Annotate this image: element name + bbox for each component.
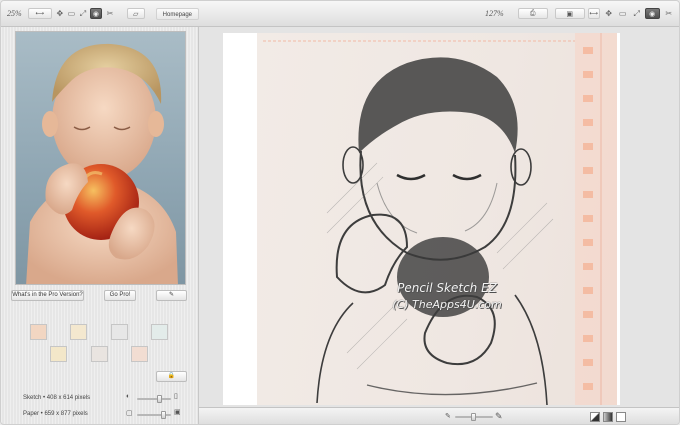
eraser-icon: ✎	[168, 292, 175, 298]
source-photo	[15, 31, 186, 285]
sketch-page: Pencil Sketch EZ (C) TheApps4U.com	[257, 33, 617, 405]
page-icon: ▯	[174, 393, 178, 400]
small-contrast-icon: ◐	[126, 393, 131, 400]
save-icon: ▣	[566, 10, 573, 18]
right-zoom-level: 127%	[485, 9, 504, 18]
paper-size-info: Paper • 659 x 877 pixels	[23, 411, 88, 417]
right-toolbar: 127% ⎙ ▣ ⟷ ✥ ▭ ⤢ ◉ ✂	[199, 1, 679, 27]
pencil-right-icon: ✎	[495, 411, 503, 421]
view-mode-sketch-button[interactable]	[590, 412, 600, 422]
print-icon: ⎙	[529, 9, 536, 17]
print-button[interactable]: ⎙	[517, 8, 548, 19]
fit-icon[interactable]: ▭	[67, 8, 77, 19]
left-panel: What's in the Pro Version? Go Pro! ✎ 🔒 S…	[1, 27, 199, 424]
move-icon[interactable]: ✥	[603, 8, 615, 19]
paper-slider-knob[interactable]	[161, 411, 166, 419]
scissors-icon[interactable]: ✂	[663, 8, 675, 19]
pencil-weight-slider[interactable]	[455, 413, 493, 421]
paper-slider[interactable]	[137, 411, 171, 419]
scissors-icon[interactable]: ✂	[105, 8, 115, 19]
pro-version-button[interactable]: What's in the Pro Version?	[11, 290, 84, 301]
lock-icon: 🔒	[167, 373, 176, 379]
expand-icon[interactable]: ⤢	[631, 8, 643, 19]
paper-sheet: Pencil Sketch EZ (C) TheApps4U.com	[223, 33, 620, 405]
zoom-range-button[interactable]: ⟷	[587, 8, 600, 19]
save-button[interactable]: ▣	[554, 8, 585, 19]
sketch-slider[interactable]	[137, 395, 171, 403]
pencil-weight-knob[interactable]	[471, 413, 476, 421]
view-mode-gradient-button[interactable]	[603, 412, 613, 422]
paper-swatch-2[interactable]	[70, 324, 87, 340]
bottom-bar: ✎ ✎	[199, 407, 679, 424]
paper-swatch-1[interactable]	[30, 324, 47, 340]
large-frame-icon: ▣	[174, 409, 181, 416]
left-toolbar: 25% ⟷ ✥ ▭ ⤢ ◉ ✂ ▱ Homepage	[1, 1, 200, 27]
fit-icon[interactable]: ▭	[617, 8, 629, 19]
pencil-sketch-image	[263, 33, 617, 405]
paper-swatch-5[interactable]	[50, 346, 67, 362]
camera-button[interactable]: ◉	[89, 8, 103, 19]
arrows-horizontal-icon[interactable]: ⟷	[36, 10, 45, 17]
child-with-apple-image	[26, 43, 178, 284]
expand-icon[interactable]: ⤢	[78, 8, 88, 19]
left-zoom-level: 25%	[7, 9, 22, 18]
camera-button-right[interactable]: ◉	[644, 8, 660, 19]
eraser-button[interactable]: ✎	[156, 290, 187, 301]
sketch-slider-knob[interactable]	[157, 395, 162, 403]
watermark-title: Pencil Sketch EZ	[397, 281, 497, 295]
move-icon[interactable]: ✥	[55, 8, 65, 19]
camera-icon: ◉	[92, 10, 99, 18]
paper-swatch-4[interactable]	[151, 324, 168, 340]
go-pro-button[interactable]: Go Pro!	[104, 290, 136, 301]
watermark-copyright: (C) TheApps4U.com	[392, 298, 502, 311]
sketch-size-info: Sketch • 408 x 614 pixels	[23, 395, 91, 401]
paper-swatch-7[interactable]	[131, 346, 148, 362]
zoom-controls[interactable]: ⟷	[27, 8, 53, 19]
camera-icon: ◉	[649, 10, 656, 18]
app-window: 25% ⟷ ✥ ▭ ⤢ ◉ ✂ ▱ Homepage 127% ⎙ ▣ ⟷ ✥ …	[0, 0, 680, 425]
paper-swatch-6[interactable]	[91, 346, 108, 362]
homepage-button[interactable]: Homepage	[155, 7, 200, 20]
small-frame-icon: ▢	[126, 410, 133, 417]
view-mode-white-button[interactable]	[616, 412, 626, 422]
paper-swatch-3[interactable]	[111, 324, 128, 340]
open-folder-button[interactable]: ▱	[126, 8, 145, 19]
watermark: Pencil Sketch EZ (C) TheApps4U.com	[377, 281, 517, 311]
pencil-left-icon: ✎	[445, 413, 451, 420]
folder-icon: ▱	[132, 10, 139, 18]
lock-button[interactable]: 🔒	[156, 371, 187, 382]
canvas-area: Pencil Sketch EZ (C) TheApps4U.com	[199, 27, 679, 407]
arrows-horizontal-icon: ⟷	[589, 11, 598, 17]
